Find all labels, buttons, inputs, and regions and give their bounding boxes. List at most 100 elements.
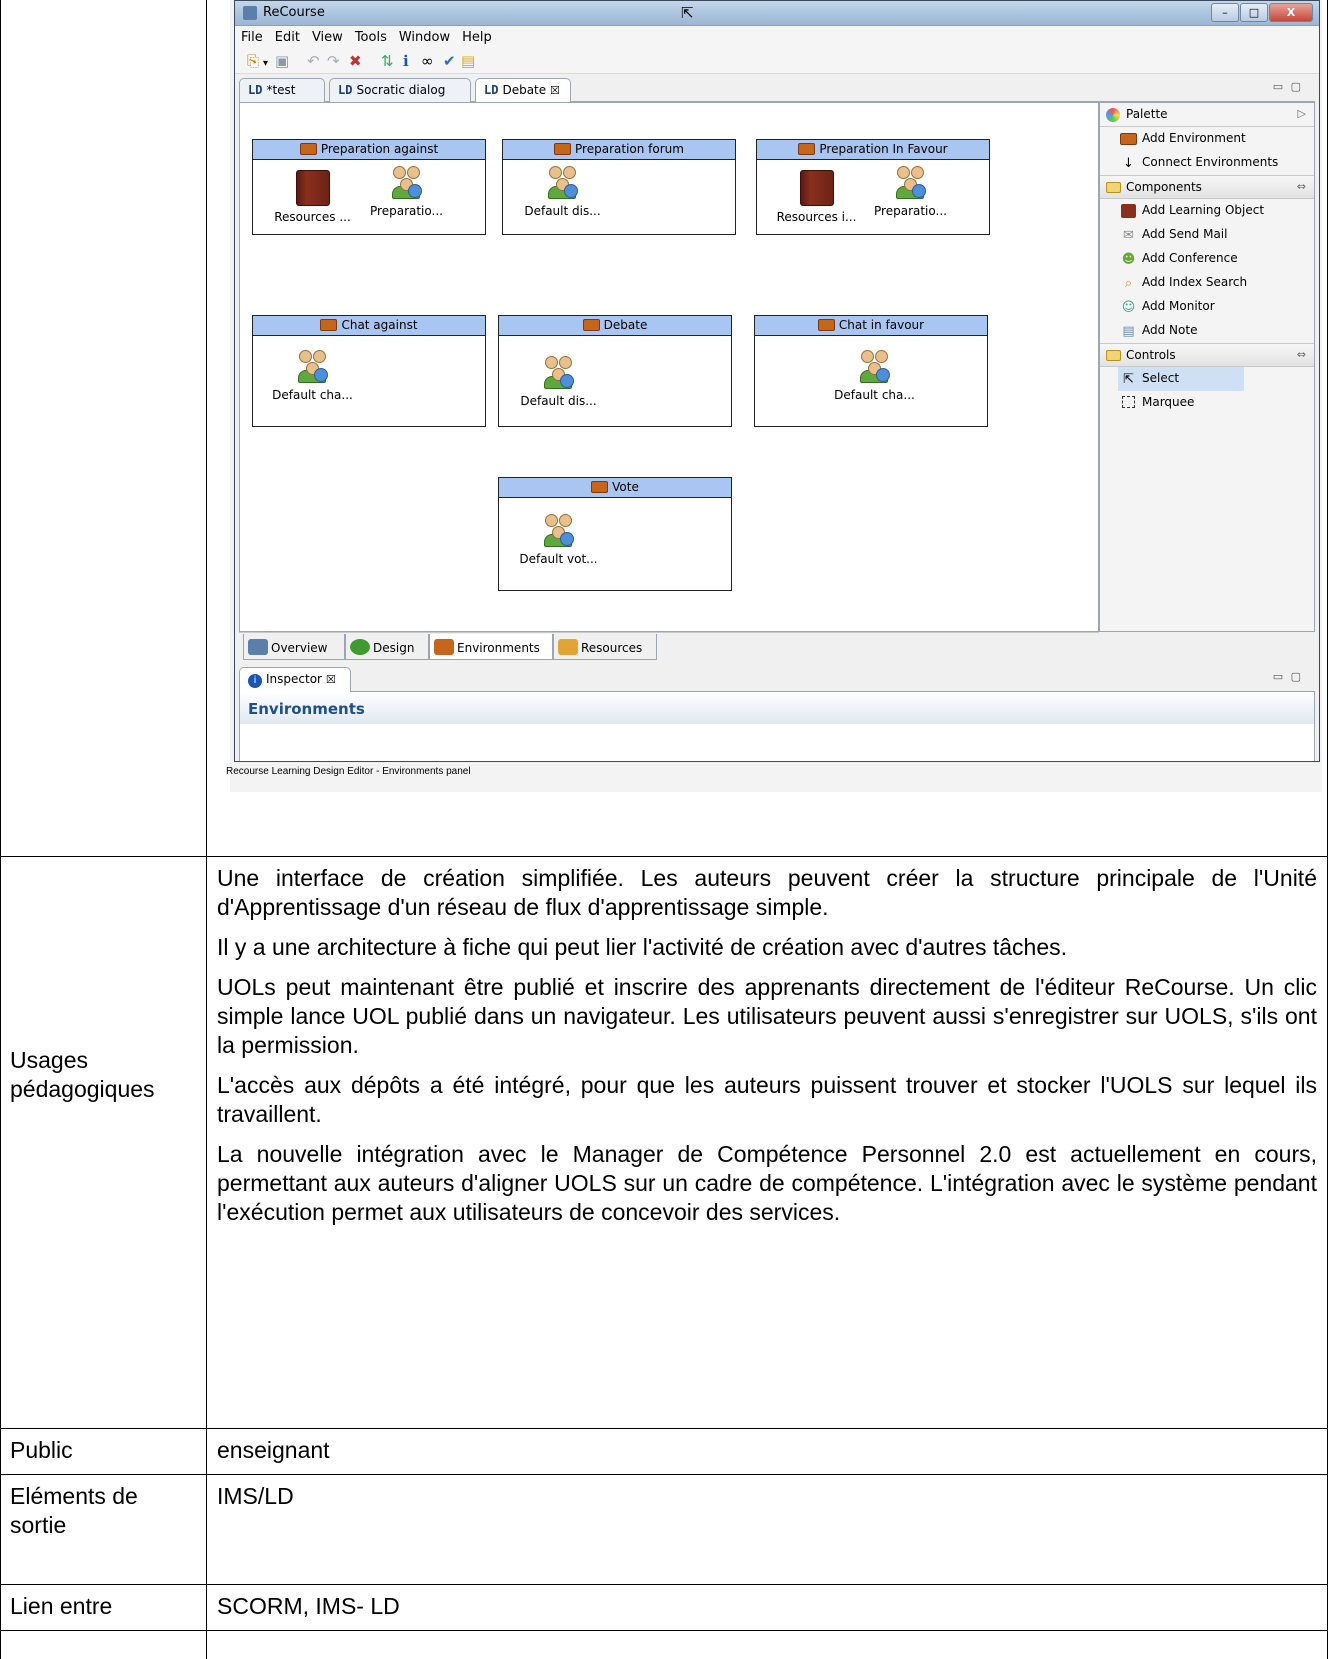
- maximize-button[interactable]: □: [1240, 3, 1268, 22]
- briefcase-icon: [299, 143, 317, 155]
- palette-item-add-note[interactable]: ▤ Add Note: [1100, 319, 1314, 343]
- palette-item-label: Add Learning Object: [1142, 203, 1265, 217]
- connect-arrow-icon: ↓: [1123, 156, 1134, 171]
- palette-item-add-conference[interactable]: ☻ Add Conference: [1100, 247, 1314, 271]
- conference-icon: [390, 164, 424, 200]
- tab-design[interactable]: Design: [345, 634, 429, 660]
- palette-item-add-monitor[interactable]: ☺ Add Monitor: [1100, 295, 1314, 319]
- book-icon: [799, 170, 834, 206]
- item-label: Preparatio...: [370, 204, 443, 218]
- palette-item-marquee[interactable]: Marquee: [1100, 391, 1314, 415]
- tab-debate[interactable]: LD Debate ☒: [475, 78, 571, 103]
- document-page: ReCourse ⇱ – □ X File Edit View Tools Window…: [0, 0, 1328, 1659]
- row-label-lien: Lien entre: [10, 1593, 113, 1619]
- table-row-divider: [0, 856, 1328, 857]
- palette-item-label: Add Environment: [1142, 131, 1246, 145]
- environment-title: Preparation against: [320, 142, 439, 156]
- item-label: Default dis...: [520, 394, 597, 408]
- delete-icon[interactable]: ✖: [349, 52, 362, 70]
- environment-item[interactable]: Preparatio...: [863, 164, 958, 218]
- validate-icon[interactable]: ✔: [443, 52, 456, 70]
- palette-item-add-index-search[interactable]: ⌕ Add Index Search: [1100, 271, 1314, 295]
- environment-header: Preparation against: [253, 140, 485, 160]
- components-section-header[interactable]: Components ⇔: [1100, 175, 1314, 199]
- palette-item-label: Select: [1142, 371, 1180, 385]
- item-label: Preparatio...: [874, 204, 947, 218]
- menu-help[interactable]: Help: [456, 26, 498, 45]
- environment-item[interactable]: Resources ...: [265, 170, 360, 224]
- info-icon[interactable]: ℹ: [403, 52, 409, 70]
- section-title: Controls: [1126, 348, 1176, 362]
- chevron-right-icon[interactable]: ▷: [1298, 107, 1306, 120]
- briefcase-icon: [1120, 132, 1137, 147]
- row-value-public: enseignant: [217, 1437, 330, 1463]
- controls-section-header[interactable]: Controls ⇔: [1100, 343, 1314, 367]
- menu-tools[interactable]: Tools: [349, 26, 393, 45]
- menu-window[interactable]: Window: [393, 26, 456, 45]
- environments-canvas[interactable]: Preparation against Resources ... Prepar…: [239, 102, 1099, 632]
- palette-item-add-send-mail[interactable]: ✉ Add Send Mail: [1100, 223, 1314, 247]
- environment-box[interactable]: Debate Default dis...: [498, 315, 732, 427]
- editor-minimize-maximize-icon[interactable]: ▭ ▢: [1273, 80, 1303, 93]
- inspector-minimize-maximize-icon[interactable]: ▭ ▢: [1273, 670, 1303, 683]
- binoculars-icon[interactable]: ∞: [421, 52, 434, 70]
- environment-item[interactable]: Default cha...: [265, 348, 360, 402]
- tab-resources[interactable]: Resources: [553, 634, 657, 660]
- environment-box[interactable]: Preparation forum Default dis...: [502, 139, 736, 235]
- menu-file[interactable]: File: [235, 26, 269, 45]
- environment-title: Preparation forum: [575, 142, 684, 156]
- new-dropdown-icon[interactable]: ▾: [263, 55, 268, 73]
- environment-box[interactable]: Chat in favour Default cha...: [754, 315, 988, 427]
- environment-box[interactable]: Preparation In Favour Resources i... Pre…: [756, 139, 990, 235]
- environment-item[interactable]: Preparatio...: [359, 164, 454, 218]
- tab-test[interactable]: LD *test: [239, 78, 325, 102]
- publish-icon[interactable]: ▤: [461, 52, 475, 70]
- environment-box[interactable]: Preparation against Resources ... Prepar…: [252, 139, 486, 235]
- palette-item-add-learning-object[interactable]: Add Learning Object: [1100, 199, 1314, 223]
- tab-environments[interactable]: Environments: [429, 634, 553, 660]
- table-row-divider: [0, 1428, 1328, 1429]
- palette-item-connect-environments[interactable]: ↓ Connect Environments: [1100, 151, 1314, 175]
- undo-icon[interactable]: ↶: [307, 52, 320, 70]
- environment-title: Preparation In Favour: [819, 142, 948, 156]
- tab-label: Overview: [271, 641, 328, 655]
- briefcase-icon: [817, 319, 835, 331]
- palette-panel: Palette ▷ Add Environment ↓ Connect Envir…: [1099, 102, 1315, 632]
- environment-box[interactable]: Chat against Default cha...: [252, 315, 486, 427]
- menu-view[interactable]: View: [306, 26, 349, 45]
- tab-socratic-dialog[interactable]: LD Socratic dialog: [329, 78, 471, 102]
- tab-inspector[interactable]: i Inspector ☒: [239, 667, 351, 692]
- usages-paragraph: L'accès aux dépôts a été intégré, pour q…: [217, 1072, 1317, 1127]
- editor-tab-bar: LD *test LD Socratic dialog LD Debate ☒ ▭ ▢: [239, 76, 1315, 103]
- close-tab-icon[interactable]: ☒: [326, 673, 336, 686]
- palette-item-add-environment[interactable]: Add Environment: [1100, 127, 1314, 151]
- tab-overview[interactable]: Overview: [243, 634, 345, 660]
- section-title: Components: [1126, 180, 1202, 194]
- collapse-icon[interactable]: ⇔: [1297, 348, 1306, 361]
- collapse-icon[interactable]: ⇔: [1297, 180, 1306, 193]
- palette-item-select[interactable]: ⇱ Select: [1118, 367, 1244, 391]
- environment-item[interactable]: Default dis...: [511, 354, 606, 408]
- environment-item[interactable]: Default vot...: [511, 512, 606, 566]
- table-row-divider: [0, 1474, 1328, 1475]
- conference-icon: [296, 348, 330, 384]
- save-icon[interactable]: ▣: [275, 52, 289, 70]
- tab-label: Environments: [457, 641, 540, 655]
- menu-edit[interactable]: Edit: [269, 26, 306, 45]
- environment-box[interactable]: Vote Default vot...: [498, 477, 732, 591]
- environment-item[interactable]: Default cha...: [827, 348, 922, 402]
- minimize-button[interactable]: –: [1211, 3, 1239, 22]
- close-tab-icon[interactable]: ☒: [550, 84, 560, 97]
- bottom-tab-bar: Overview Design Environments Resources: [239, 632, 1099, 660]
- palette-header[interactable]: Palette ▷: [1100, 103, 1314, 127]
- new-icon[interactable]: ⎘: [247, 52, 259, 70]
- tab-label: Design: [373, 641, 415, 655]
- briefcase-icon: [591, 481, 609, 493]
- app-icon: [243, 6, 257, 20]
- environment-item[interactable]: Resources i...: [769, 170, 864, 224]
- mail-icon: ✉: [1123, 228, 1134, 243]
- redo-icon[interactable]: ↷: [327, 52, 340, 70]
- close-button[interactable]: X: [1269, 3, 1313, 22]
- environment-item[interactable]: Default dis...: [515, 164, 610, 218]
- tree-icon[interactable]: ⇅: [381, 52, 394, 70]
